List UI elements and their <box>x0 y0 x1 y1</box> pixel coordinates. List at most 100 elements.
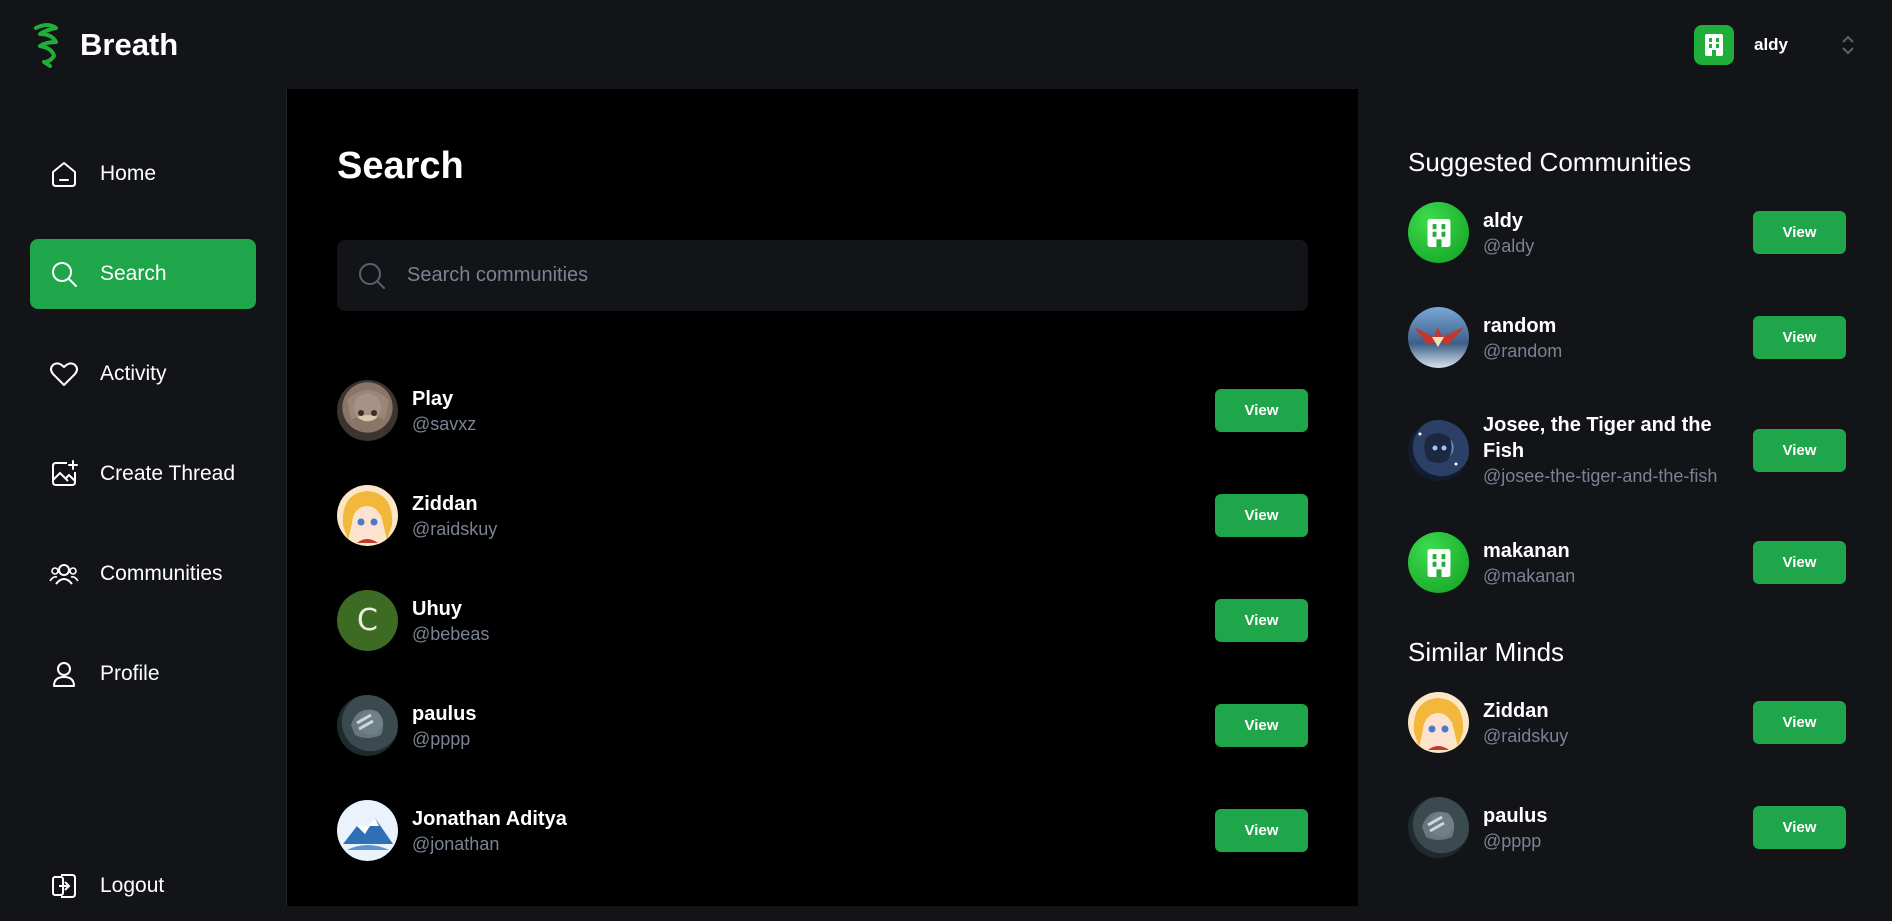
result-info: Ziddan @raidskuy <box>412 491 1215 541</box>
view-button[interactable]: View <box>1753 806 1846 849</box>
result-name: paulus <box>412 702 477 725</box>
community-handle: @makanan <box>1483 565 1576 586</box>
organization-avatar <box>1694 24 1734 65</box>
community-handle: @aldy <box>1483 235 1535 256</box>
community-info: random @random <box>1483 313 1753 363</box>
result-name: Jonathan Aditya <box>412 807 567 830</box>
avatar <box>337 485 398 546</box>
list-item: C Uhuy @bebeas View <box>337 590 1308 651</box>
logout-button[interactable]: Logout <box>30 851 256 921</box>
result-info: paulus @pppp <box>412 701 1215 751</box>
building-icon <box>1427 218 1450 247</box>
logout-icon <box>48 870 80 902</box>
user-handle: @pppp <box>1483 830 1542 851</box>
list-item: Play @savxz View <box>337 380 1308 441</box>
user-info: paulus @pppp <box>1483 803 1753 853</box>
suggested-communities-title: Suggested Communities <box>1408 147 1692 177</box>
result-handle: @raidskuy <box>412 518 498 539</box>
search-bar[interactable] <box>337 240 1308 311</box>
avatar <box>337 800 398 861</box>
avatar <box>1408 202 1469 263</box>
nav-label-activity: Activity <box>100 362 167 385</box>
search-icon <box>48 258 80 290</box>
community-info: makanan @makanan <box>1483 538 1753 588</box>
community-name: aldy <box>1483 209 1524 232</box>
view-button[interactable]: View <box>1753 316 1846 359</box>
community-name: random <box>1483 314 1557 337</box>
community-handle: @random <box>1483 340 1563 361</box>
view-button[interactable]: View <box>1753 701 1846 744</box>
user-icon <box>48 658 80 690</box>
nav-item-communities[interactable]: Communities <box>30 539 256 609</box>
avatar <box>1408 797 1469 858</box>
avatar <box>337 380 398 441</box>
community-name: Josee, the Tiger and the Fish <box>1483 414 1712 462</box>
user-name: paulus <box>1483 804 1548 827</box>
users-icon <box>48 558 80 590</box>
home-icon <box>48 158 80 190</box>
search-results: Play @savxz View Ziddan @raidskuy View C… <box>337 380 1308 861</box>
right-sidebar: Suggested Communities aldy @aldy View ra… <box>1358 89 1892 906</box>
organization-switcher[interactable]: aldy <box>1694 24 1858 65</box>
brand[interactable]: Breath <box>30 22 178 68</box>
nav-item-create-thread[interactable]: Create Thread <box>30 439 256 509</box>
nav-item-search[interactable]: Search <box>30 239 256 309</box>
nav-label-communities: Communities <box>100 562 223 585</box>
avatar <box>1408 692 1469 753</box>
list-item: paulus @pppp View <box>337 695 1308 756</box>
community-name: makanan <box>1483 539 1570 562</box>
result-info: Uhuy @bebeas <box>412 596 1215 646</box>
nav-label-home: Home <box>100 162 157 185</box>
list-item: aldy @aldy View <box>1408 202 1846 263</box>
user-handle: @raidskuy <box>1483 725 1569 746</box>
view-button[interactable]: View <box>1753 541 1846 584</box>
search-input[interactable] <box>407 240 1308 311</box>
view-button[interactable]: View <box>1215 494 1308 537</box>
view-button[interactable]: View <box>1753 428 1846 472</box>
user-name: Ziddan <box>1483 699 1549 722</box>
community-handle: @josee-the-tiger-and-the-fish <box>1483 466 1718 486</box>
view-button[interactable]: View <box>1753 211 1846 254</box>
list-item: Josee, the Tiger and the Fish @josee-the… <box>1408 412 1846 488</box>
nav-label-search: Search <box>100 262 167 285</box>
search-icon <box>359 262 385 289</box>
list-item: Jonathan Aditya @jonathan View <box>337 800 1308 861</box>
result-handle: @jonathan <box>412 833 500 854</box>
nav-item-activity[interactable]: Activity <box>30 339 256 409</box>
result-info: Play @savxz <box>412 386 1215 436</box>
avatar: C <box>337 590 398 651</box>
view-button[interactable]: View <box>1215 704 1308 747</box>
nav-item-profile[interactable]: Profile <box>30 639 256 709</box>
result-info: Jonathan Aditya @jonathan <box>412 806 1215 856</box>
list-item: paulus @pppp View <box>1408 797 1846 858</box>
building-icon <box>1705 33 1723 56</box>
nav-label-create-thread: Create Thread <box>100 462 236 485</box>
view-button[interactable]: View <box>1215 389 1308 432</box>
avatar <box>1408 307 1469 368</box>
community-info: Josee, the Tiger and the Fish @josee-the… <box>1483 412 1753 488</box>
left-sidebar: Home Search Activity Create Thread Commu… <box>0 89 287 906</box>
list-item: makanan @makanan View <box>1408 532 1846 593</box>
result-handle: @bebeas <box>412 623 490 644</box>
result-name: Play <box>412 387 454 410</box>
app-name: Breath <box>80 26 179 62</box>
similar-minds-title: Similar Minds <box>1408 637 1565 667</box>
result-handle: @savxz <box>412 413 477 434</box>
list-item: random @random View <box>1408 307 1846 368</box>
building-icon <box>1427 548 1450 577</box>
list-item: Ziddan @raidskuy View <box>337 485 1308 546</box>
view-button[interactable]: View <box>1215 599 1308 642</box>
chevron-up-down-icon <box>1842 35 1854 54</box>
top-bar: Breath aldy <box>0 0 1892 89</box>
community-info: aldy @aldy <box>1483 208 1753 258</box>
main-content: Search Play @savxz View Ziddan <box>287 89 1358 906</box>
nav-item-home[interactable]: Home <box>30 139 256 209</box>
avatar <box>1408 532 1469 593</box>
list-item: Ziddan @raidskuy View <box>1408 692 1846 753</box>
breath-logo-icon <box>34 22 58 68</box>
page-title: Search <box>337 145 464 187</box>
view-button[interactable]: View <box>1215 809 1308 852</box>
main-nav: Home Search Activity Create Thread Commu… <box>30 139 256 739</box>
avatar <box>337 695 398 756</box>
nav-label-profile: Profile <box>100 662 160 685</box>
